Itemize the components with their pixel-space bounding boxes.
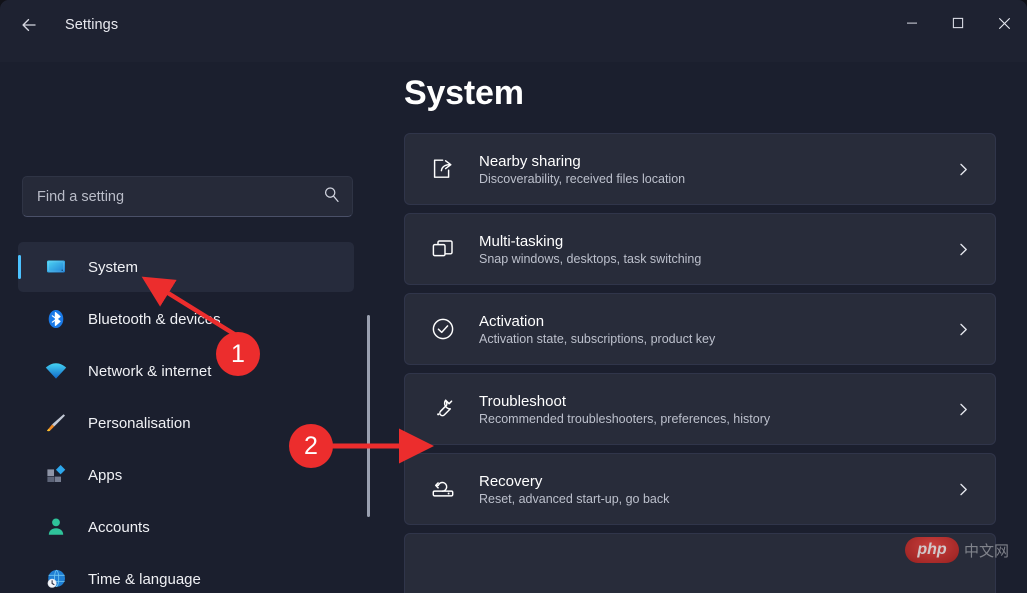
settings-card-nearby-sharing[interactable]: Nearby sharing Discoverability, received… xyxy=(404,133,996,205)
page-title: System xyxy=(404,74,524,112)
bluetooth-icon xyxy=(44,307,68,331)
search-container xyxy=(22,176,353,217)
maximize-icon[interactable] xyxy=(935,0,981,46)
sidebar-item-network-internet[interactable]: Network & internet xyxy=(18,346,354,396)
window-title: Settings xyxy=(65,17,119,33)
chevron-right-icon[interactable] xyxy=(953,242,973,257)
settings-card-list: Nearby sharing Discoverability, received… xyxy=(404,133,996,593)
chevron-right-icon[interactable] xyxy=(953,162,973,177)
close-icon[interactable] xyxy=(981,0,1027,46)
sidebar-item-time-language[interactable]: Time & language xyxy=(18,554,354,593)
card-title: Multi-tasking xyxy=(479,232,564,250)
paintbrush-icon xyxy=(44,411,68,435)
sidebar-scrollbar[interactable] xyxy=(367,315,370,517)
annotation-badge-2: 2 xyxy=(289,424,333,468)
settings-card-recovery[interactable]: Recovery Reset, advanced start-up, go ba… xyxy=(404,453,996,525)
sidebar-item-label: Personalisation xyxy=(88,414,191,432)
search-box[interactable] xyxy=(22,176,353,217)
settings-card-activation[interactable]: Activation Activation state, subscriptio… xyxy=(404,293,996,365)
search-icon[interactable] xyxy=(323,186,340,208)
wrench-icon xyxy=(429,395,457,423)
card-title: Recovery xyxy=(479,472,543,490)
recovery-icon xyxy=(429,475,457,503)
card-text: Troubleshoot Recommended troubleshooters… xyxy=(479,393,953,426)
sidebar-item-label: Bluetooth & devices xyxy=(88,310,221,328)
card-subtitle: Activation state, subscriptions, product… xyxy=(479,331,716,346)
title-bar-left: Settings xyxy=(0,0,118,50)
back-arrow-icon[interactable] xyxy=(10,8,48,42)
card-text: Activation Activation state, subscriptio… xyxy=(479,313,953,346)
settings-window: Settings Find a setting System Bluetooth… xyxy=(0,0,1027,593)
card-subtitle: Snap windows, desktops, task switching xyxy=(479,251,702,266)
person-icon xyxy=(44,515,68,539)
chevron-right-icon[interactable] xyxy=(953,322,973,337)
monitor-icon xyxy=(44,255,68,279)
settings-card-multi-tasking[interactable]: Multi-tasking Snap windows, desktops, ta… xyxy=(404,213,996,285)
watermark: php 中文网 xyxy=(904,537,1009,563)
sidebar-nav-list: System Bluetooth & devices Network & int… xyxy=(0,242,372,593)
chevron-right-icon[interactable] xyxy=(953,482,973,497)
windows-stack-icon xyxy=(429,235,457,263)
share-icon xyxy=(429,155,457,183)
search-input[interactable] xyxy=(37,188,323,205)
card-title: Troubleshoot xyxy=(479,392,566,410)
sidebar-item-label: Apps xyxy=(88,466,123,484)
sidebar-item-label: System xyxy=(88,258,139,276)
minimize-icon[interactable] xyxy=(889,0,935,46)
chevron-right-icon[interactable] xyxy=(953,402,973,417)
card-text: Multi-tasking Snap windows, desktops, ta… xyxy=(479,233,953,266)
sidebar-item-label: Network & internet xyxy=(88,362,212,380)
sidebar: System Bluetooth & devices xyxy=(0,62,390,593)
card-title: Activation xyxy=(479,312,545,330)
check-circle-icon xyxy=(429,315,457,343)
card-subtitle: Recommended troubleshooters, preferences… xyxy=(479,411,771,426)
sidebar-item-label: Accounts xyxy=(88,518,150,536)
card-subtitle: Discoverability, received files location xyxy=(479,171,686,186)
watermark-logo: php xyxy=(904,537,959,563)
annotation-badge-1: 1 xyxy=(216,332,260,376)
settings-card-troubleshoot[interactable]: Troubleshoot Recommended troubleshooters… xyxy=(404,373,996,445)
main-content: System Nearby sharing Discoverability, r… xyxy=(390,62,1027,593)
sidebar-item-system[interactable]: System xyxy=(18,242,354,292)
globe-clock-icon xyxy=(44,567,68,591)
apps-icon xyxy=(44,463,68,487)
sidebar-item-bluetooth-devices[interactable]: Bluetooth & devices xyxy=(18,294,354,344)
card-subtitle: Reset, advanced start-up, go back xyxy=(479,491,670,506)
window-controls xyxy=(889,0,1027,46)
card-text: Recovery Reset, advanced start-up, go ba… xyxy=(479,473,953,506)
sidebar-item-label: Time & language xyxy=(88,570,201,588)
card-text: Nearby sharing Discoverability, received… xyxy=(479,153,953,186)
title-bar: Settings xyxy=(0,0,1027,62)
wifi-icon xyxy=(44,359,68,383)
card-title: Nearby sharing xyxy=(479,152,581,170)
sidebar-item-accounts[interactable]: Accounts xyxy=(18,502,354,552)
watermark-text: 中文网 xyxy=(963,541,1009,560)
